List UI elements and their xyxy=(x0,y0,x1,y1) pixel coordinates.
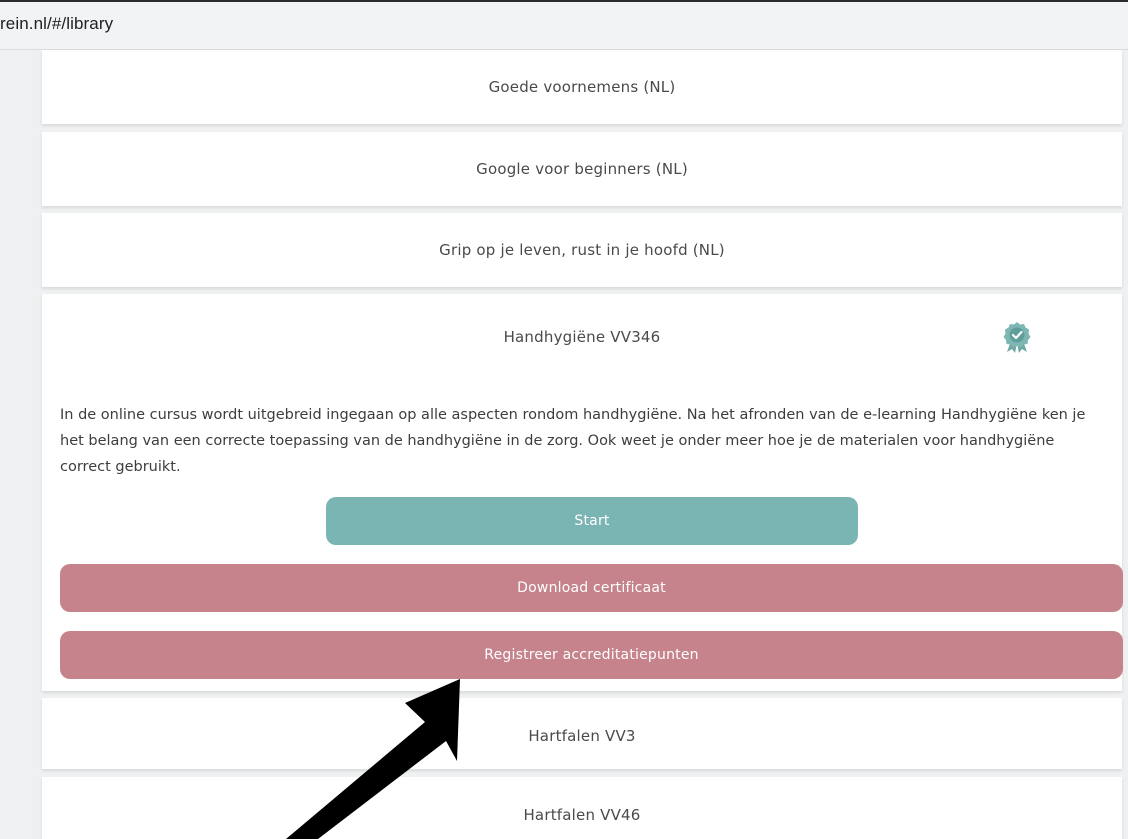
certificate-ribbon-icon xyxy=(1003,322,1031,353)
right-edge xyxy=(1122,50,1128,839)
course-title: Google voor beginners (NL) xyxy=(476,160,688,178)
register-accreditation-points-button[interactable]: Registreer accreditatiepunten xyxy=(60,631,1123,679)
course-card-hartfalen-vv3[interactable]: Hartfalen VV3 xyxy=(42,698,1122,769)
course-title: Hartfalen VV3 xyxy=(528,727,636,745)
course-card-grip-op-je-leven[interactable]: Grip op je leven, rust in je hoofd (NL) xyxy=(42,213,1122,287)
browser-address-bar[interactable]: rein.nl/#/library xyxy=(0,0,1128,50)
course-description: In de online cursus wordt uitgebreid ing… xyxy=(60,407,1086,475)
course-list: Goede voornemens (NL) Google voor beginn… xyxy=(42,50,1123,839)
screen: rein.nl/#/library Goede voornemens (NL) … xyxy=(0,0,1128,839)
course-card-hartfalen-vv46[interactable]: Hartfalen VV46 xyxy=(42,777,1122,839)
download-certificate-button[interactable]: Download certificaat xyxy=(60,564,1123,612)
pointer-arrow-annotation xyxy=(286,679,460,839)
course-title[interactable]: Handhygiëne VV346 xyxy=(42,328,1122,346)
url-text[interactable]: rein.nl/#/library xyxy=(0,14,113,34)
course-title: Goede voornemens (NL) xyxy=(488,78,676,96)
course-title: Hartfalen VV46 xyxy=(523,806,641,824)
course-card-goede-voornemens[interactable]: Goede voornemens (NL) xyxy=(42,50,1122,124)
course-card-handhygiene-expanded: Handhygiëne VV346 In de online cursus wo… xyxy=(42,294,1123,691)
course-card-google-voor-beginners[interactable]: Google voor beginners (NL) xyxy=(42,132,1122,206)
start-button[interactable]: Start xyxy=(326,497,858,545)
left-gutter xyxy=(0,50,42,839)
course-title: Grip op je leven, rust in je hoofd (NL) xyxy=(439,241,725,259)
